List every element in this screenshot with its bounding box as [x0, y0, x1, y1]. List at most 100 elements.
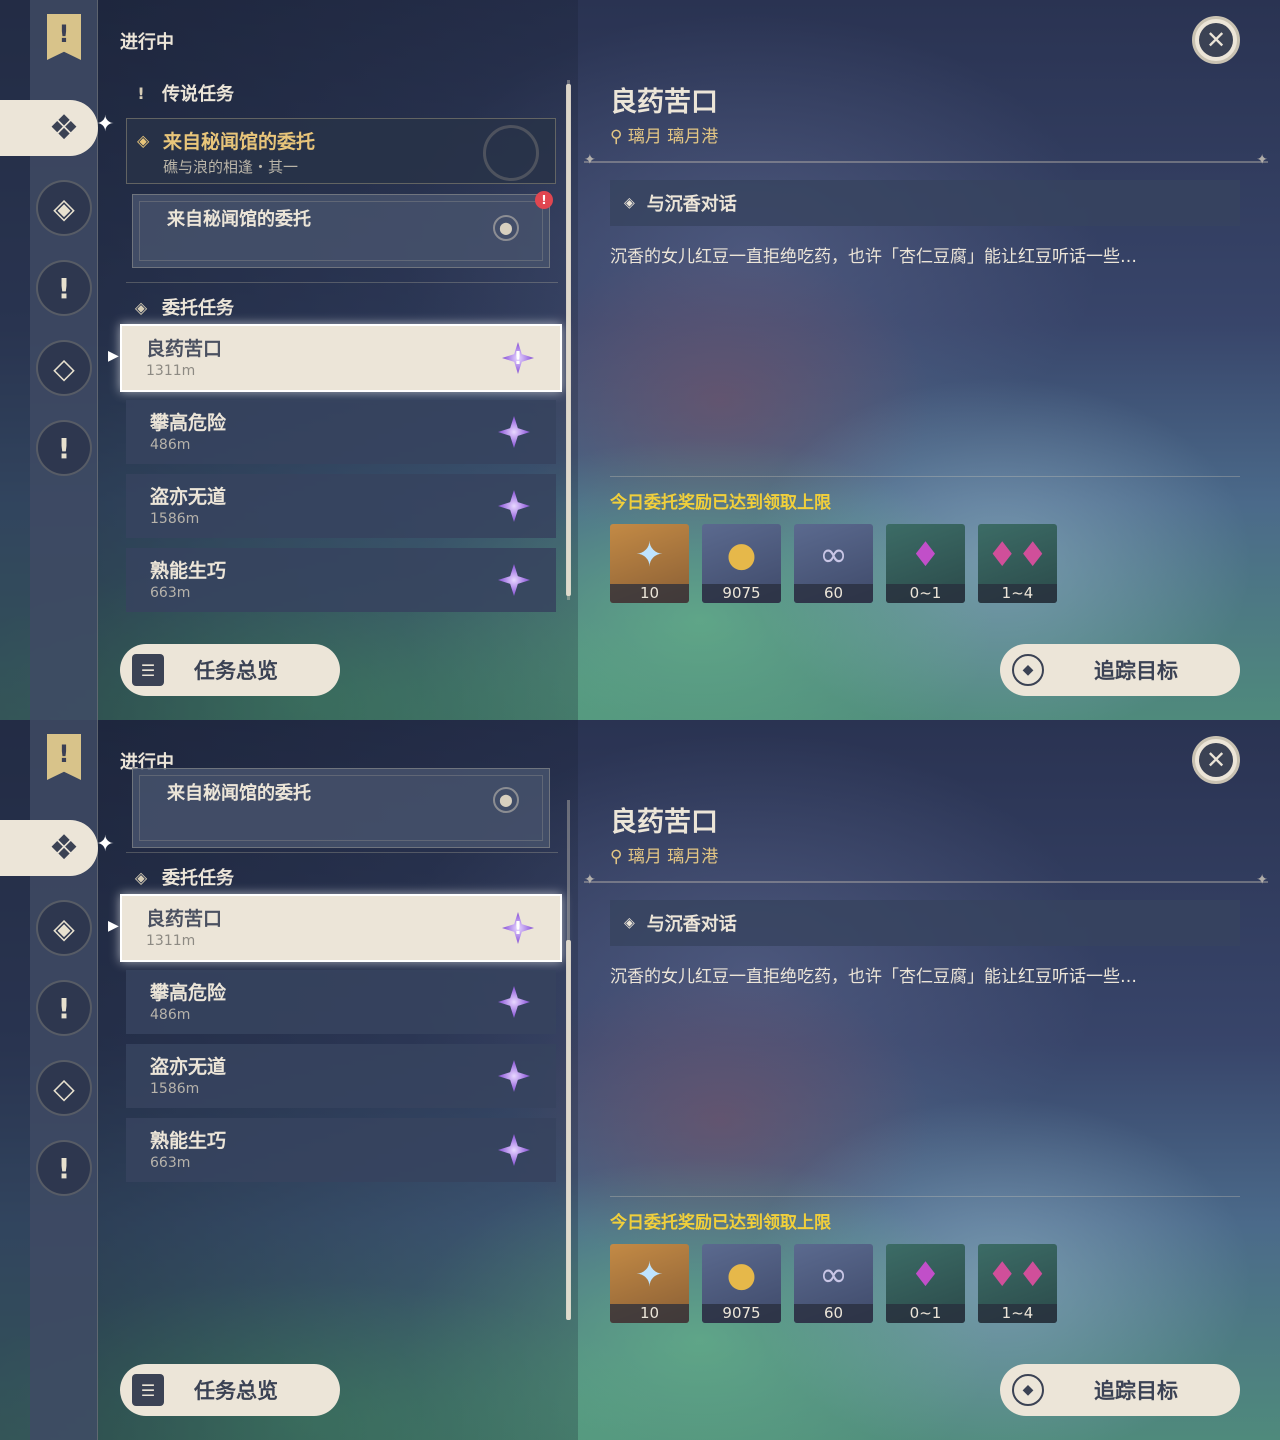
reward-item[interactable]: ∞ 60 [794, 524, 873, 603]
objective-text: 与沉香对话 [646, 914, 737, 935]
quest-overview-button[interactable]: ☰ 任务总览 [120, 644, 340, 696]
commission-group-header: ◈ 委托任务 [130, 864, 234, 890]
objective-diamond-icon: ◈ [624, 195, 635, 211]
scrollbar-thumb[interactable] [566, 84, 571, 596]
sidebar-tab-legend[interactable]: ! [36, 1140, 92, 1196]
reward-item[interactable]: ● 9075 [702, 524, 781, 603]
commission-item[interactable]: 良药苦口 1311m ! [120, 894, 562, 962]
commission-new-icon: ! [498, 908, 538, 948]
quest-overview-button[interactable]: ☰ 任务总览 [120, 1364, 340, 1416]
exp-icon: ∞ [819, 1254, 848, 1295]
commission-icon [494, 1130, 534, 1170]
objective-text: 与沉香对话 [646, 194, 737, 215]
commission-group-header: ◈ 委托任务 [130, 294, 234, 320]
commission-item[interactable]: 良药苦口 1311m ! [120, 324, 562, 392]
commission-group-label: 委托任务 [162, 298, 234, 319]
reward-item[interactable]: ♦ 0~1 [886, 1244, 965, 1323]
reward-count: 9075 [702, 584, 781, 603]
reward-item[interactable]: ✦ 10 [610, 524, 689, 603]
reward-item[interactable]: ♦♦ 1~4 [978, 1244, 1057, 1323]
objective-diamond-icon: ◈ [624, 915, 635, 931]
sidebar-tab-world[interactable]: ◇ [36, 340, 92, 396]
close-button[interactable]: ✕ [1192, 736, 1240, 784]
legend-emblem-icon [483, 125, 539, 181]
commission-icon [494, 982, 534, 1022]
reward-count: 10 [610, 1304, 689, 1323]
sidebar-tab-story[interactable]: ! [36, 260, 92, 316]
reward-item[interactable]: ∞ 60 [794, 1244, 873, 1323]
reward-count: 0~1 [886, 584, 965, 603]
quest-screen-bottom: ! ❖ ✦ ◈ ! ◇ ! 进行中 来自秘闻馆的委托 ⬤ ◈ 委托任务 ▶ 良药… [0, 720, 1280, 1440]
commission-item[interactable]: 盗亦无道 1586m [126, 474, 556, 538]
reward-limit-note: 今日委托奖励已达到领取上限 [610, 1213, 831, 1233]
commission-item[interactable]: 盗亦无道 1586m [126, 1044, 556, 1108]
section-title: 进行中 [120, 32, 174, 53]
rewards-divider [610, 1196, 1240, 1197]
reward-count: 60 [794, 584, 873, 603]
scrollbar-thumb[interactable] [566, 940, 571, 1320]
sidebar-tab-commission[interactable]: ❖ [0, 100, 98, 156]
world-icon: ◇ [53, 1071, 75, 1105]
overview-icon: ☰ [132, 1374, 164, 1406]
location-text: 璃月 璃月港 [627, 847, 719, 867]
legend-sub-objective[interactable]: 来自秘闻馆的委托 ⬤ ! [132, 191, 553, 268]
commission-item[interactable]: 攀高危险 486m [126, 400, 556, 464]
sub-objective-title: 来自秘闻馆的委托 [167, 209, 311, 230]
commission-icon [494, 1056, 534, 1096]
commission-icon [494, 412, 534, 452]
legend-sub-objective[interactable]: 来自秘闻馆的委托 ⬤ [132, 768, 550, 848]
rewards-divider [610, 476, 1240, 477]
legend-icon: ! [57, 431, 71, 465]
location-pin-icon[interactable]: ⬤ [493, 787, 519, 813]
primogem-icon: ✦ [635, 1254, 664, 1295]
track-label: 追踪目标 [1094, 659, 1178, 683]
reward-item[interactable]: ♦♦ 1~4 [978, 524, 1057, 603]
objective-bar: ◈ 与沉香对话 [610, 900, 1240, 946]
commission-group-icon: ◈ [134, 867, 148, 887]
reward-count: 9075 [702, 1304, 781, 1323]
close-button[interactable]: ✕ [1192, 16, 1240, 64]
archon-icon: ◈ [53, 191, 75, 225]
objective-bar: ◈ 与沉香对话 [610, 180, 1240, 226]
active-tab-sparkle: ✦ [96, 832, 115, 857]
legend-group-label: 传说任务 [162, 84, 234, 105]
commission-item[interactable]: 熟能生巧 663m [126, 1118, 556, 1182]
mora-icon: ● [726, 1254, 757, 1295]
sidebar-tab-story[interactable]: ! [36, 980, 92, 1036]
close-icon: ✕ [1199, 743, 1233, 777]
selected-arrow-icon: ▶ [108, 918, 119, 934]
exp-icon: ∞ [819, 534, 848, 575]
group-divider [126, 852, 558, 853]
sidebar-tab-world[interactable]: ◇ [36, 1060, 92, 1116]
sidebar-tab-commission[interactable]: ❖ [0, 820, 98, 876]
track-target-button[interactable]: ◆ 追踪目标 [1000, 1364, 1240, 1416]
reward-item[interactable]: ● 9075 [702, 1244, 781, 1323]
crystal-icon: ♦ [910, 1254, 941, 1295]
location-pin-icon[interactable]: ⬤ [493, 215, 519, 241]
mora-icon: ● [726, 534, 757, 575]
legend-quest-card[interactable]: ◈ 来自秘闻馆的委托 礁与浪的相逢・其一 [126, 118, 556, 184]
commission-group-label: 委托任务 [162, 868, 234, 889]
reward-list: ✦ 10 ● 9075 ∞ 60 ♦ 0~1 ♦♦ 1~4 [610, 1244, 1057, 1323]
active-tab-sparkle: ✦ [96, 112, 115, 137]
commission-new-icon: ! [498, 338, 538, 378]
sub-objective-title: 来自秘闻馆的委托 [167, 783, 311, 804]
commission-icon [494, 560, 534, 600]
sidebar-tab-archon[interactable]: ◈ [36, 180, 92, 236]
commission-item[interactable]: 熟能生巧 663m [126, 548, 556, 612]
quest-screen-top: ! ❖ ✦ ◈ ! ◇ ! 进行中 ! 传说任务 ◈ 来自秘闻馆的委托 礁与浪的… [0, 0, 1280, 720]
sidebar-tab-legend[interactable]: ! [36, 420, 92, 476]
legend-group-header: ! 传说任务 [130, 80, 234, 106]
reward-item[interactable]: ♦ 0~1 [886, 524, 965, 603]
track-target-button[interactable]: ◆ 追踪目标 [1000, 644, 1240, 696]
reward-count: 10 [610, 584, 689, 603]
detail-location: ⚲ 璃月 璃月港 [610, 127, 719, 147]
detail-title: 良药苦口 [610, 87, 718, 118]
commission-item[interactable]: 攀高危险 486m [126, 970, 556, 1034]
reward-item[interactable]: ✦ 10 [610, 1244, 689, 1323]
legend-icon: ! [57, 1151, 71, 1185]
reward-list: ✦ 10 ● 9075 ∞ 60 ♦ 0~1 ♦♦ 1~4 [610, 524, 1057, 603]
detail-title: 良药苦口 [610, 807, 718, 838]
sidebar-tab-archon[interactable]: ◈ [36, 900, 92, 956]
legend-quest-icon: ! [137, 83, 145, 103]
